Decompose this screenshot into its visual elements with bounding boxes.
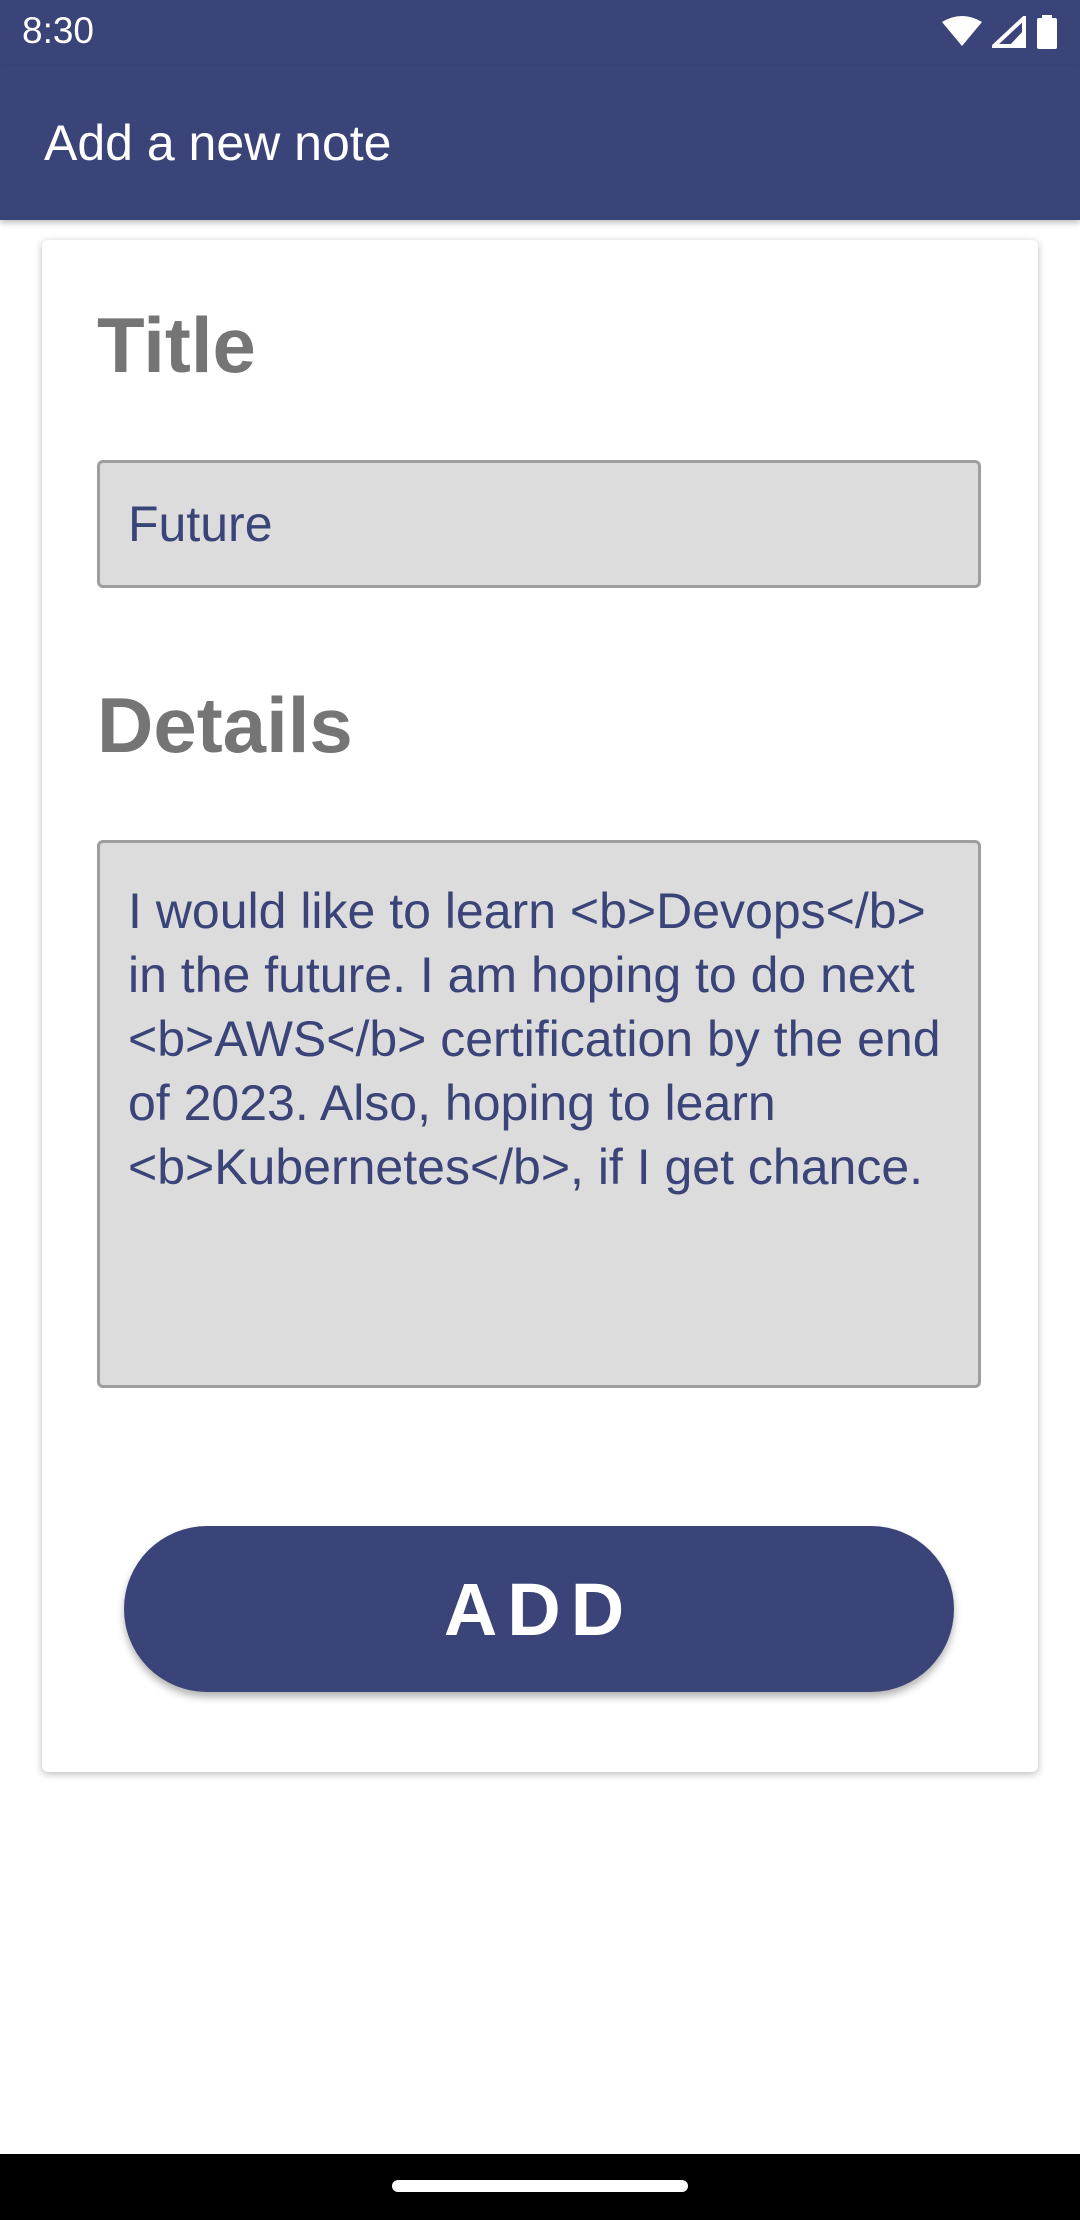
details-label: Details bbox=[97, 681, 353, 769]
title-input[interactable]: Future bbox=[97, 460, 981, 588]
status-time: 8:30 bbox=[22, 10, 95, 51]
home-handle[interactable] bbox=[392, 2180, 688, 2192]
details-textarea[interactable]: I would like to learn <b>Devops</b> in t… bbox=[97, 840, 981, 1388]
navigation-bar bbox=[0, 2154, 1080, 2220]
app-bar: Add a new note bbox=[0, 66, 1080, 220]
title-label: Title bbox=[97, 301, 256, 389]
note-form-card: Title Future Details I would like to lea… bbox=[42, 240, 1038, 1772]
add-button[interactable]: ADD bbox=[124, 1526, 954, 1692]
battery-icon bbox=[1037, 15, 1057, 49]
status-icons bbox=[942, 14, 1058, 50]
title-input-value: Future bbox=[128, 496, 273, 552]
signal-icon bbox=[992, 16, 1026, 48]
details-textarea-value: I would like to learn <b>Devops</b> in t… bbox=[128, 883, 941, 1195]
page-title: Add a new note bbox=[44, 115, 392, 171]
wifi-icon bbox=[942, 16, 982, 46]
status-bar: 8:30 bbox=[0, 0, 1080, 66]
